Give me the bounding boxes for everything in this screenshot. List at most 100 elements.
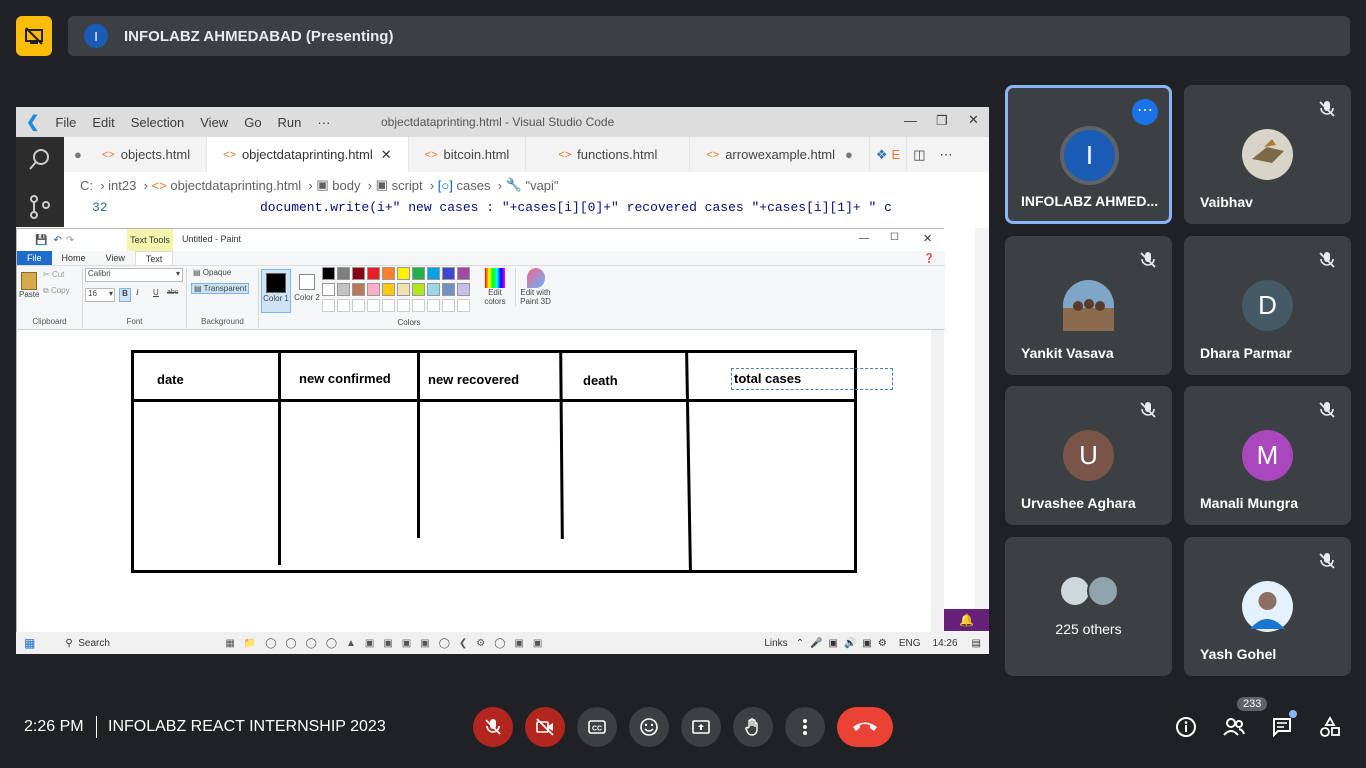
italic-button[interactable]: I — [136, 288, 139, 297]
font-size-select[interactable]: 16 ▾ — [85, 288, 115, 302]
palette-swatch[interactable] — [427, 267, 440, 280]
menu-run[interactable]: Run — [270, 115, 310, 130]
paint-tab-text[interactable]: Text — [134, 251, 174, 265]
menu-selection[interactable]: Selection — [123, 115, 192, 130]
tray-icons[interactable]: ⌃🎤▣🔊▣⚙ — [796, 638, 893, 649]
paint-tab-home[interactable]: Home — [52, 251, 96, 265]
microphone-toggle-button[interactable] — [473, 707, 513, 747]
edit-colors-button[interactable]: Edit colors — [480, 268, 510, 306]
restore-icon[interactable]: ❐ — [936, 113, 948, 129]
windows-start-icon[interactable]: ▦ — [24, 636, 35, 650]
menu-file[interactable]: File — [47, 115, 84, 130]
minimize-icon[interactable]: — — [859, 233, 869, 244]
people-button[interactable] — [1221, 714, 1247, 740]
text-box-selection[interactable]: total cases — [731, 368, 893, 390]
palette-swatch[interactable] — [442, 267, 455, 280]
transparent-button[interactable]: ▤ Transparent — [191, 283, 250, 294]
color2-button[interactable]: Color 2 — [293, 269, 321, 313]
paint-tab-view[interactable]: View — [96, 251, 135, 265]
custom-color-slot[interactable] — [322, 299, 335, 312]
more-actions-icon[interactable]: ⋯ — [940, 137, 953, 172]
close-icon[interactable]: ✕ — [968, 112, 979, 128]
taskbar-lang[interactable]: ENG — [899, 638, 921, 649]
raise-hand-button[interactable] — [733, 707, 773, 747]
more-options-button[interactable] — [785, 707, 825, 747]
strikethrough-button[interactable]: abc — [167, 289, 178, 296]
participant-tile[interactable]: M Manali Mungra — [1184, 386, 1351, 525]
palette-swatch[interactable] — [442, 283, 455, 296]
palette-swatch[interactable] — [427, 283, 440, 296]
maximize-icon[interactable]: ☐ — [890, 232, 899, 243]
crumb-body[interactable]: body — [332, 178, 360, 193]
others-tile[interactable]: 225 others — [1005, 537, 1172, 676]
save-icon[interactable]: 💾 — [35, 235, 47, 246]
chat-button[interactable] — [1269, 710, 1297, 740]
palette-swatch[interactable] — [412, 267, 425, 280]
paint-tab-file[interactable]: File — [17, 251, 52, 265]
menu-edit[interactable]: Edit — [84, 115, 122, 130]
custom-color-slot[interactable] — [442, 299, 455, 312]
crumb-key[interactable]: "vapi" — [525, 178, 558, 193]
menu-more[interactable]: ··· — [309, 115, 338, 130]
participant-tile[interactable]: Vaibhav — [1184, 85, 1351, 224]
custom-color-slot[interactable] — [367, 299, 380, 312]
close-tab-icon[interactable]: ✕ — [381, 147, 392, 163]
tab-objects[interactable]: ● <> objects.html — [64, 137, 208, 172]
palette-swatch[interactable] — [457, 267, 470, 280]
palette-swatch[interactable] — [412, 283, 425, 296]
redo-icon[interactable]: ↷ — [66, 235, 74, 246]
bold-button[interactable]: B — [119, 288, 131, 302]
notification-bell-icon[interactable]: 🔔 — [944, 609, 989, 631]
action-center-icon[interactable]: ▤ — [972, 638, 981, 649]
vertical-scrollbar[interactable] — [931, 330, 944, 640]
palette-swatch[interactable] — [397, 267, 410, 280]
palette-swatch[interactable] — [457, 283, 470, 296]
stop-presenting-button[interactable] — [16, 16, 52, 56]
font-family-select[interactable]: Calibri ▾ — [85, 268, 183, 282]
palette-swatch[interactable] — [322, 267, 335, 280]
edit-paint3d-button[interactable]: Edit with Paint 3D — [515, 268, 555, 306]
present-screen-button[interactable] — [681, 707, 721, 747]
custom-color-slot[interactable] — [457, 299, 470, 312]
participant-tile[interactable]: U Urvashee Aghara — [1005, 386, 1172, 525]
taskbar-search[interactable]: ⚲ Search — [65, 638, 195, 649]
opaque-button[interactable]: ▤ Opaque — [193, 268, 231, 277]
source-control-icon[interactable] — [28, 195, 52, 219]
custom-color-slot[interactable] — [352, 299, 365, 312]
crumb-folder[interactable]: int23 — [108, 178, 136, 193]
underline-button[interactable]: U — [153, 288, 159, 297]
tab-functions[interactable]: <> functions.html — [526, 137, 691, 172]
reactions-button[interactable] — [629, 707, 669, 747]
palette-swatch[interactable] — [352, 267, 365, 280]
palette-swatch[interactable] — [367, 283, 380, 296]
split-editor-icon[interactable]: ◫ — [913, 137, 925, 172]
captions-button[interactable]: CC — [577, 707, 617, 747]
crumb-file[interactable]: objectdataprinting.html — [170, 178, 301, 193]
crumb-drive[interactable]: C: — [80, 178, 93, 193]
menu-view[interactable]: View — [192, 115, 236, 130]
code-editor[interactable]: 32 document.write(i+" new cases : "+case… — [64, 198, 989, 228]
palette-swatch[interactable] — [367, 267, 380, 280]
palette-swatch[interactable] — [322, 283, 335, 296]
palette-swatch[interactable] — [382, 283, 395, 296]
taskbar-clock[interactable]: 14:26 — [933, 638, 958, 649]
close-icon[interactable]: ✕ — [923, 232, 932, 245]
color1-button[interactable]: Color 1 — [261, 269, 291, 313]
crumb-script[interactable]: script — [392, 178, 423, 193]
taskbar-apps[interactable]: ▦📁◯◯◯◯▲▣▣▣▣◯❮⚙◯▣▣ — [225, 638, 551, 649]
help-icon[interactable]: ❓ — [914, 251, 945, 265]
palette-swatch[interactable] — [397, 283, 410, 296]
palette-swatch[interactable] — [382, 267, 395, 280]
custom-color-slot[interactable] — [337, 299, 350, 312]
tab-arrowexample[interactable]: <> arrowexample.html ● — [690, 137, 870, 172]
custom-color-slot[interactable] — [382, 299, 395, 312]
tab-e[interactable]: ❖ E — [870, 137, 908, 172]
meeting-details-button[interactable] — [1173, 714, 1199, 740]
palette-swatch[interactable] — [352, 283, 365, 296]
menu-go[interactable]: Go — [236, 115, 269, 130]
palette-swatch[interactable] — [337, 283, 350, 296]
participant-tile[interactable]: I ⋯ INFOLABZ AHMED... — [1005, 85, 1172, 224]
palette-swatch[interactable] — [337, 267, 350, 280]
search-icon[interactable] — [28, 147, 52, 171]
custom-color-slot[interactable] — [412, 299, 425, 312]
